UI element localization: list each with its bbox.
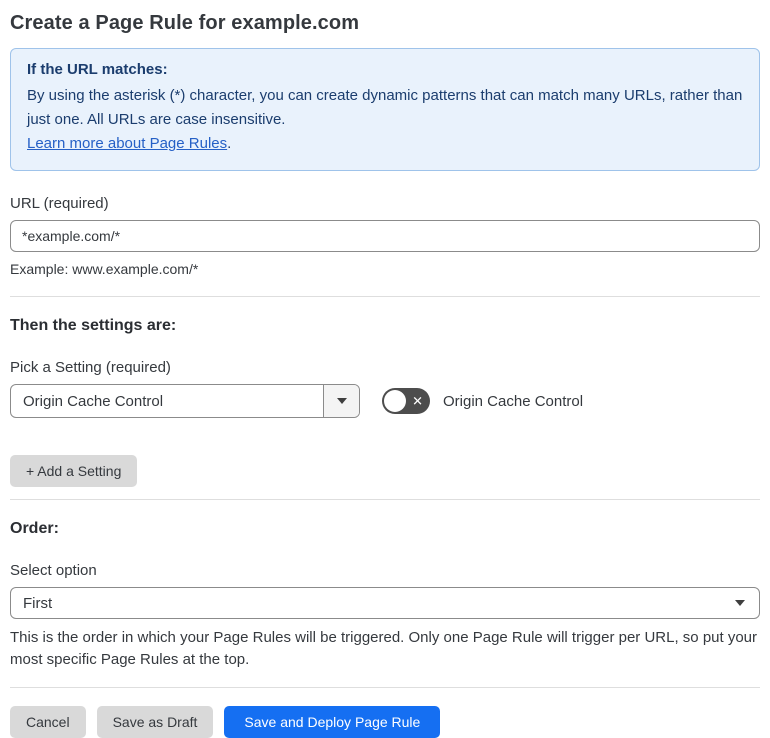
settings-section-heading: Then the settings are: (10, 317, 177, 334)
toggle-off-icon: ✕ (412, 393, 423, 409)
info-box-heading: If the URL matches: (27, 61, 168, 78)
learn-more-link[interactable]: Learn more about Page Rules (27, 135, 227, 152)
divider (10, 499, 760, 500)
chevron-down-icon (336, 398, 347, 404)
origin-cache-control-toggle[interactable]: ✕ (382, 388, 430, 414)
chevron-down-icon (735, 600, 745, 606)
url-field-label: URL (required) (10, 195, 109, 212)
url-example-helper: Example: www.example.com/* (10, 261, 199, 277)
link-suffix: . (227, 135, 232, 152)
toggle-knob (384, 390, 406, 412)
setting-row: Origin Cache Control ✕ Origin Cache Cont… (10, 384, 760, 418)
divider (10, 296, 760, 297)
cancel-button[interactable]: Cancel (10, 706, 86, 738)
url-match-info-box: If the URL matches: By using the asteris… (10, 48, 760, 171)
divider (10, 687, 760, 688)
order-select[interactable]: First (10, 587, 760, 619)
order-select-value: First (23, 594, 53, 612)
toggle-label: Origin Cache Control (443, 392, 584, 410)
order-helper-text: This is the order in which your Page Rul… (10, 629, 758, 668)
setting-select-arrow-button[interactable] (323, 385, 359, 417)
setting-select[interactable]: Origin Cache Control (10, 384, 360, 418)
footer-actions: Cancel Save as Draft Save and Deploy Pag… (10, 706, 760, 738)
info-box-link-row: Learn more about Page Rules. (27, 132, 743, 156)
setting-select-value: Origin Cache Control (23, 392, 164, 410)
info-box-body: By using the asterisk (*) character, you… (27, 87, 743, 128)
order-section-heading: Order: (10, 520, 59, 537)
add-setting-button[interactable]: + Add a Setting (10, 455, 138, 487)
url-input[interactable] (10, 220, 760, 252)
pick-setting-label: Pick a Setting (required) (10, 359, 171, 376)
page-title: Create a Page Rule for example.com (10, 12, 360, 34)
save-draft-button[interactable]: Save as Draft (96, 706, 214, 738)
create-page-rule-form: Create a Page Rule for example.com If th… (0, 0, 770, 738)
save-deploy-button[interactable]: Save and Deploy Page Rule (224, 706, 441, 738)
select-option-label: Select option (10, 562, 97, 579)
